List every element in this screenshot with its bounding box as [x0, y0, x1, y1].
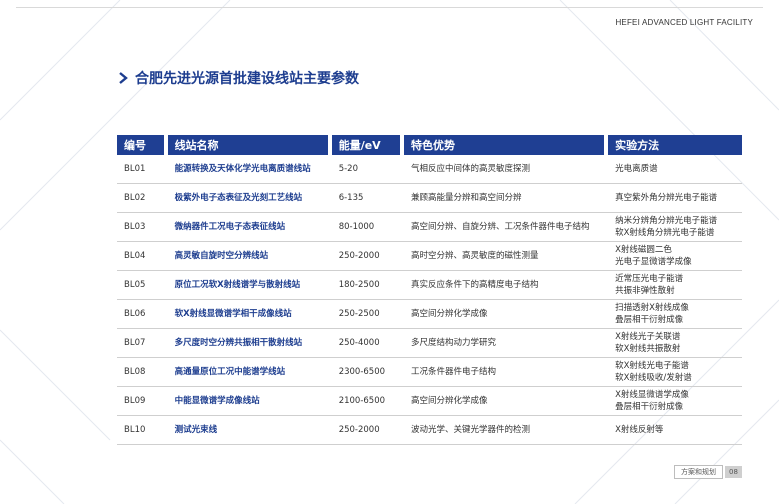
method-line: 共振非弹性散射 — [615, 286, 675, 296]
cell-method: 扫描透射X射线成像 叠层相干衍射成像 — [608, 300, 742, 329]
cell-feature: 高时空分辨、高灵敏度的磁性测量 — [404, 242, 609, 271]
method-line: 软X射线吸收/发射谱 — [615, 373, 692, 383]
cell-energy: 250-4000 — [331, 329, 405, 358]
cell-method: 纳米分辨角分辨光电子能谱 软X射线角分辨光电子能谱 — [608, 213, 742, 242]
method-line: 软X射线共振散射 — [615, 344, 681, 354]
table-row: BL08 高通量原位工况中能谱学线站 2300-6500 工况条件器件电子结构 软X射线… — [117, 358, 742, 387]
table-header-row: 编号 线站名称 能量/eV 特色优势 实验方法 — [117, 135, 742, 155]
cell-energy: 2100-6500 — [331, 387, 405, 416]
table-row: BL07 多尺度时空分辨共振相干散射线站 250-4000 多尺度结构动力学研究 X射线… — [117, 329, 742, 358]
cell-id: BL10 — [117, 416, 168, 445]
method-line: X射线磁圆二色 — [615, 245, 672, 255]
cell-energy: 5-20 — [331, 155, 405, 184]
cell-name: 高灵敏自旋时空分辨线站 — [167, 242, 332, 271]
cell-energy: 250-2000 — [331, 242, 405, 271]
method-line: 真空紫外角分辨光电子能谱 — [615, 193, 718, 203]
method-line: 叠层相干衍射成像 — [615, 315, 684, 325]
cell-energy: 6-135 — [331, 184, 405, 213]
method-line: X射线光子关联谱 — [615, 332, 681, 342]
title-block: 合肥先进光源首批建设线站主要参数 — [117, 68, 359, 88]
cell-method: X射线磁圆二色光电子显微谱学成像 — [608, 242, 742, 271]
column-header-id: 编号 — [117, 135, 168, 155]
method-line: 光电子显微谱学成像 — [615, 257, 692, 267]
cell-name: 测试光束线 — [167, 416, 332, 445]
page-number: 08 — [725, 466, 742, 478]
cell-feature: 多尺度结构动力学研究 — [404, 329, 609, 358]
cell-feature: 波动光学、关键光学器件的检测 — [404, 416, 609, 445]
footer-section-label: 方案和规划 — [674, 465, 723, 479]
cell-name: 高通量原位工况中能谱学线站 — [167, 358, 332, 387]
cell-feature: 工况条件器件电子结构 — [404, 358, 609, 387]
table-row: BL06 软X射线显微谱学相干成像线站 250-2500 高空间分辨化学成像 扫描透射X… — [117, 300, 742, 329]
method-line: 软X射线角分辨光电子能谱 — [615, 228, 715, 238]
column-header-method: 实验方法 — [608, 135, 742, 155]
cell-id: BL01 — [117, 155, 168, 184]
table-row: BL04 高灵敏自旋时空分辨线站 250-2000 高时空分辨、高灵敏度的磁性测量 X射… — [117, 242, 742, 271]
cell-method: X射线反射等 — [608, 416, 742, 445]
cell-feature: 高空间分辨化学成像 — [404, 387, 609, 416]
cell-id: BL03 — [117, 213, 168, 242]
method-line: X射线显微谱学成像 — [615, 390, 689, 400]
chevron-right-icon — [119, 72, 128, 84]
cell-energy: 80-1000 — [331, 213, 405, 242]
cell-id: BL07 — [117, 329, 168, 358]
column-header-energy: 能量/eV — [331, 135, 405, 155]
method-line: 扫描透射X射线成像 — [615, 303, 689, 313]
cell-method: 近常压光电子能谱 共振非弹性散射 — [608, 271, 742, 300]
column-header-feature: 特色优势 — [404, 135, 609, 155]
brand-text: HEFEI ADVANCED LIGHT FACILITY — [615, 18, 753, 27]
cell-method: 软X射线光电子能谱 软X射线吸收/发射谱 — [608, 358, 742, 387]
cell-name: 软X射线显微谱学相干成像线站 — [167, 300, 332, 329]
table-row: BL09 中能显微谱学成像线站 2100-6500 高空间分辨化学成像 X射线显微谱学成… — [117, 387, 742, 416]
table-body: BL01 能源转换及天体化学光电离质谱线站 5-20 气相反应中间体的高灵敏度探测 光电… — [117, 155, 742, 445]
cell-name: 原位工况软X射线谱学与散射线站 — [167, 271, 332, 300]
cell-id: BL08 — [117, 358, 168, 387]
method-line: X射线反射等 — [615, 425, 664, 435]
header-rule — [16, 7, 763, 8]
method-line: 近常压光电子能谱 — [615, 274, 684, 284]
method-line: 叠层相干衍射成像 — [615, 402, 684, 412]
table-row: BL02 极紫外电子态表征及光刻工艺线站 6-135 兼顾高能量分辨和高空间分辨 真空紫… — [117, 184, 742, 213]
cell-feature: 高空间分辨、自旋分辨、工况条件器件电子结构 — [404, 213, 609, 242]
cell-feature: 真实反应条件下的高精度电子结构 — [404, 271, 609, 300]
column-header-name: 线站名称 — [167, 135, 332, 155]
cell-energy: 250-2000 — [331, 416, 405, 445]
cell-method: X射线光子关联谱 软X射线共振散射 — [608, 329, 742, 358]
beamline-parameters-table: 编号 线站名称 能量/eV 特色优势 实验方法 BL01 能源转换及天体化学光电离… — [117, 135, 742, 445]
table-row: BL05 原位工况软X射线谱学与散射线站 180-2500 真实反应条件下的高精度电子… — [117, 271, 742, 300]
cell-name: 极紫外电子态表征及光刻工艺线站 — [167, 184, 332, 213]
cell-id: BL09 — [117, 387, 168, 416]
cell-id: BL04 — [117, 242, 168, 271]
footer: 方案和规划 08 — [674, 465, 742, 479]
cell-feature: 气相反应中间体的高灵敏度探测 — [404, 155, 609, 184]
page-title: 合肥先进光源首批建设线站主要参数 — [135, 71, 359, 87]
slide: HEFEI ADVANCED LIGHT FACILITY 合肥先进光源首批建设… — [0, 0, 779, 504]
method-line: 软X射线光电子能谱 — [615, 361, 689, 371]
cell-energy: 2300-6500 — [331, 358, 405, 387]
table-row: BL10 测试光束线 250-2000 波动光学、关键光学器件的检测 X射线反射等 — [117, 416, 742, 445]
table-row: BL01 能源转换及天体化学光电离质谱线站 5-20 气相反应中间体的高灵敏度探测 光电… — [117, 155, 742, 184]
cell-id: BL02 — [117, 184, 168, 213]
cell-feature: 高空间分辨化学成像 — [404, 300, 609, 329]
cell-method: 光电离质谱 — [608, 155, 742, 184]
cell-id: BL05 — [117, 271, 168, 300]
cell-method: 真空紫外角分辨光电子能谱 — [608, 184, 742, 213]
cell-name: 多尺度时空分辨共振相干散射线站 — [167, 329, 332, 358]
cell-energy: 180-2500 — [331, 271, 405, 300]
cell-method: X射线显微谱学成像 叠层相干衍射成像 — [608, 387, 742, 416]
cell-name: 微纳器件工况电子态表征线站 — [167, 213, 332, 242]
cell-id: BL06 — [117, 300, 168, 329]
table-row: BL03 微纳器件工况电子态表征线站 80-1000 高空间分辨、自旋分辨、工况条件器… — [117, 213, 742, 242]
cell-name: 中能显微谱学成像线站 — [167, 387, 332, 416]
cell-energy: 250-2500 — [331, 300, 405, 329]
cell-feature: 兼顾高能量分辨和高空间分辨 — [404, 184, 609, 213]
method-line: 纳米分辨角分辨光电子能谱 — [615, 216, 718, 226]
cell-name: 能源转换及天体化学光电离质谱线站 — [167, 155, 332, 184]
method-line: 光电离质谱 — [615, 164, 658, 174]
